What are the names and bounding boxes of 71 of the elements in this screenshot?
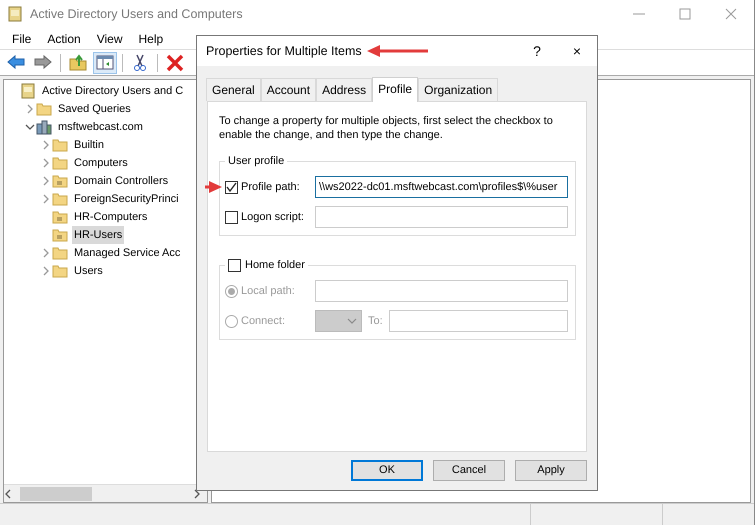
text-field[interactable] (315, 280, 568, 302)
buildings-icon (36, 119, 52, 135)
close-button[interactable]: × (557, 40, 597, 62)
expand-chevron-icon[interactable] (41, 266, 51, 276)
tree-item[interactable]: Saved Queries (56, 100, 133, 118)
tree-item[interactable]: ForeignSecurityPrinci (72, 190, 181, 208)
folder-icon (52, 173, 68, 189)
menu-item[interactable]: File (4, 30, 40, 48)
folder-icon (52, 227, 68, 243)
folder-icon (52, 209, 68, 225)
field-label: Profile path: (241, 180, 300, 195)
back-arrow-icon[interactable] (7, 54, 25, 72)
tree-item[interactable]: Domain Controllers (72, 172, 170, 190)
field-label: Logon script: (241, 210, 304, 225)
app-icon (8, 6, 22, 22)
field-label: Connect: (241, 314, 286, 329)
dialog-button[interactable]: OK (351, 460, 423, 481)
tab[interactable]: Address (316, 78, 372, 101)
checkbox[interactable] (225, 210, 238, 224)
field-label: Local path: (241, 284, 295, 299)
tree-item[interactable]: HR-Users (72, 226, 124, 244)
folder-icon (52, 245, 68, 261)
help-button[interactable]: ? (517, 40, 557, 62)
caret-icon (347, 318, 357, 324)
forward-arrow-icon[interactable] (34, 54, 52, 72)
folder-icon (52, 191, 68, 207)
delete-icon[interactable] (166, 54, 184, 72)
expand-chevron-icon[interactable] (41, 248, 51, 258)
collapse-chevron-icon[interactable] (25, 122, 35, 132)
dialog-button[interactable]: Cancel (433, 460, 505, 481)
scroll-left-icon[interactable] (4, 488, 12, 498)
scroll-right-icon[interactable] (193, 488, 201, 498)
scissors-icon[interactable] (131, 54, 149, 72)
tree-item[interactable]: msftwebcast.com (56, 118, 145, 136)
expand-chevron-icon[interactable] (41, 176, 51, 186)
tree-item[interactable]: Computers (72, 154, 130, 172)
expand-chevron-icon[interactable] (41, 140, 51, 150)
checkbox[interactable] (225, 180, 238, 194)
tree-item[interactable]: HR-Computers (72, 208, 150, 226)
tree-item[interactable]: Managed Service Acc (72, 244, 182, 262)
tree-item[interactable]: Active Directory Users and C (40, 82, 186, 100)
window-title: Active Directory Users and Computers (30, 6, 243, 23)
menu-item[interactable]: Help (130, 30, 172, 48)
tab[interactable]: Organization (418, 78, 498, 101)
tab[interactable]: Account (260, 78, 316, 101)
text-field[interactable] (388, 310, 568, 332)
tab[interactable]: General (206, 78, 261, 101)
folder-icon (52, 155, 68, 171)
expand-chevron-icon[interactable] (41, 194, 51, 204)
folder-icon (52, 263, 68, 279)
group-label: Home folder (245, 258, 305, 272)
expand-chevron-icon[interactable] (41, 158, 51, 168)
dialog-button[interactable]: Apply (515, 460, 587, 481)
menu-item[interactable]: Action (39, 30, 89, 48)
folder-icon (36, 101, 52, 117)
expand-chevron-icon[interactable] (25, 104, 35, 114)
console-root-icon (20, 83, 36, 99)
tree-item[interactable]: Builtin (72, 136, 106, 154)
folder-up-icon[interactable] (69, 54, 87, 72)
folder-icon (52, 137, 68, 153)
group-label: User profile (225, 154, 288, 168)
text-field[interactable] (315, 206, 568, 228)
instruction-text: To change a property for multiple objects, first select the checkbox to enable the change, and then type the change. (219, 114, 554, 142)
field-label: To: (368, 314, 383, 329)
menu-item[interactable]: View (88, 30, 130, 48)
dialog-title: Properties for Multiple Items (206, 42, 362, 60)
scrollbar-thumb[interactable] (20, 486, 92, 500)
tab[interactable]: Profile (372, 77, 418, 102)
text-field[interactable]: \\ws2022-dc01.msftwebcast.com\profiles$\%user (315, 176, 568, 198)
checkbox[interactable] (228, 258, 241, 272)
tree-item[interactable]: Users (72, 262, 105, 280)
